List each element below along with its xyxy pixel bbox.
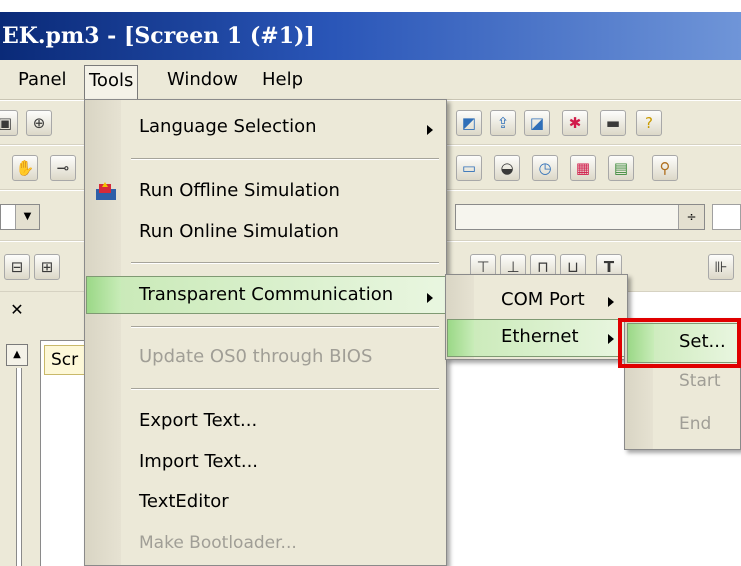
printer-icon[interactable]: ▬ xyxy=(600,110,626,136)
menu-separator xyxy=(131,326,439,328)
menu-item-start: Start xyxy=(679,371,721,391)
menu-item-run-offline-simulation[interactable]: Run Offline Simulation xyxy=(139,180,340,201)
menu-separator xyxy=(131,158,439,160)
day-of-week-icon[interactable]: ▤ xyxy=(608,155,634,181)
window-title-bar: EK.pm3 - [Screen 1 (#1)] xyxy=(0,12,741,60)
close-icon[interactable]: ✕ xyxy=(6,300,28,320)
menu-window[interactable]: Window xyxy=(163,65,242,95)
message-icon[interactable]: ▭ xyxy=(456,155,482,181)
menu-item-end: End xyxy=(679,414,712,434)
slider-icon[interactable]: ⊸ xyxy=(50,155,76,181)
menu-item-export-text[interactable]: Export Text... xyxy=(139,410,257,431)
screen-edit-icon[interactable]: ◪ xyxy=(524,110,550,136)
ruler-icon[interactable]: ⊪ xyxy=(708,254,734,280)
font-select[interactable]: ▼ xyxy=(0,204,40,230)
calendar-icon[interactable]: ▦ xyxy=(570,155,596,181)
submenu-arrow-icon xyxy=(608,297,614,307)
simulation-icon[interactable]: ✱ xyxy=(562,110,588,136)
save-icon[interactable]: ▣ xyxy=(0,110,18,136)
window-title: EK.pm3 - [Screen 1 (#1)] xyxy=(2,23,315,49)
screen-download-icon[interactable]: ◩ xyxy=(456,110,482,136)
help-icon[interactable]: ? xyxy=(636,110,662,136)
hand-icon[interactable]: ✋ xyxy=(12,155,38,181)
submenu-arrow-icon xyxy=(427,293,433,303)
clock-icon[interactable]: ◷ xyxy=(532,155,558,181)
gauge-icon[interactable]: ◒ xyxy=(494,155,520,181)
scroll-up-icon[interactable]: ▲ xyxy=(6,344,28,366)
menu-separator xyxy=(131,388,439,390)
object-icon[interactable]: ⚲ xyxy=(652,155,678,181)
menu-item-make-bootloader: Make Bootloader... xyxy=(139,533,297,553)
menu-icon-gutter xyxy=(85,100,121,565)
annotation-highlight-box xyxy=(618,318,741,368)
menu-item-transparent-communication[interactable]: Transparent Communication xyxy=(139,284,393,305)
menu-separator xyxy=(131,262,439,264)
transparent-communication-submenu: COM Port Ethernet xyxy=(445,274,628,360)
align-left-icon[interactable]: ⊟ xyxy=(4,254,30,280)
menu-item-import-text[interactable]: Import Text... xyxy=(139,451,258,472)
menu-panel[interactable]: Panel xyxy=(14,65,71,95)
submenu-arrow-icon xyxy=(427,125,433,135)
menu-item-highlight-gutter xyxy=(448,320,474,356)
screen-upload-icon[interactable]: ⇪ xyxy=(490,110,516,136)
menu-item-language-selection[interactable]: Language Selection xyxy=(139,116,317,137)
menu-item-update-os: Update OS0 through BIOS xyxy=(139,346,373,367)
tab-screen-label: Scr xyxy=(51,350,79,370)
menu-help[interactable]: Help xyxy=(258,65,307,95)
chevron-down-icon[interactable]: ▼ xyxy=(15,205,39,229)
simulation-icon xyxy=(95,181,117,201)
menu-item-highlight-gutter xyxy=(87,277,121,313)
menu-item-text-editor[interactable]: TextEditor xyxy=(139,491,229,512)
menu-item-ethernet[interactable]: Ethernet xyxy=(501,326,579,347)
menu-bar: Panel Tools Window Help xyxy=(0,60,741,100)
color-field[interactable] xyxy=(712,204,741,230)
submenu-arrow-icon xyxy=(608,334,614,344)
scrollbar-track[interactable] xyxy=(16,368,22,566)
align-center-icon[interactable]: ⊞ xyxy=(34,254,60,280)
menu-item-com-port[interactable]: COM Port xyxy=(501,289,585,310)
zoom-icon[interactable]: ⊕ xyxy=(26,110,52,136)
menu-tools[interactable]: Tools xyxy=(84,65,139,100)
menu-item-run-online-simulation[interactable]: Run Online Simulation xyxy=(139,221,339,242)
value-field[interactable]: ÷ xyxy=(455,204,705,230)
spinner-icon[interactable]: ÷ xyxy=(678,205,704,229)
tools-menu: Language Selection Run Offline Simulatio… xyxy=(84,99,447,566)
